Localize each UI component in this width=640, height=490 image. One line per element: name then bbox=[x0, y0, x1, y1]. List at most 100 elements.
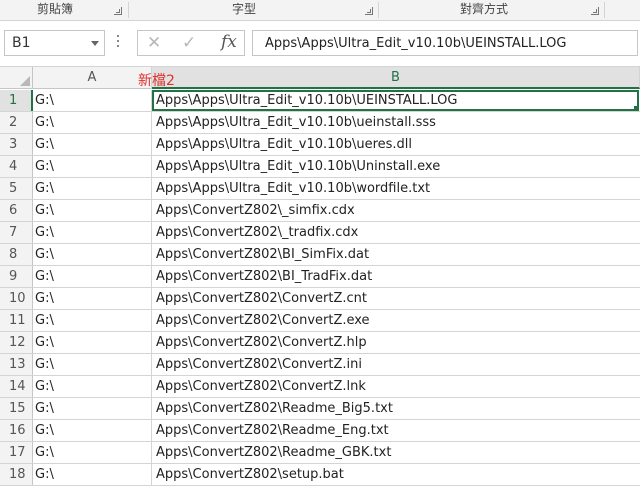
cell-b[interactable]: Apps\ConvertZ802\setup.bat bbox=[152, 464, 639, 485]
chevron-down-icon[interactable] bbox=[91, 41, 99, 46]
cell-b-text: Apps\ConvertZ802\ConvertZ.cnt bbox=[156, 291, 367, 306]
cell-b-text: Apps\ConvertZ802\ConvertZ.hlp bbox=[156, 335, 367, 350]
cell-a[interactable]: G:\ bbox=[33, 398, 152, 419]
ribbon-group-labels: 剪貼簿 字型 對齊方式 bbox=[0, 0, 640, 21]
group-label-clipboard: 剪貼簿 bbox=[37, 2, 74, 16]
cell-a[interactable]: G:\ bbox=[33, 156, 152, 177]
table-row: 14 G:\ Apps\ConvertZ802\ConvertZ.lnk bbox=[0, 376, 640, 398]
row-header[interactable]: 16 bbox=[0, 420, 33, 441]
cell-a[interactable]: G:\ bbox=[33, 266, 152, 287]
table-row: 17 G:\ Apps\ConvertZ802\Readme_GBK.txt bbox=[0, 442, 640, 464]
row-header[interactable]: 4 bbox=[0, 156, 33, 177]
name-box[interactable]: B1 bbox=[4, 30, 105, 56]
select-all-corner[interactable] bbox=[0, 67, 33, 89]
cell-b[interactable]: Apps\ConvertZ802\ConvertZ.lnk bbox=[152, 376, 639, 397]
table-row: 18 G:\ Apps\ConvertZ802\setup.bat bbox=[0, 464, 640, 486]
cell-a[interactable]: G:\ bbox=[33, 178, 152, 199]
group-divider bbox=[378, 2, 379, 18]
cell-a[interactable]: G:\ bbox=[33, 90, 152, 111]
column-header-a[interactable]: A bbox=[33, 67, 152, 89]
cell-a[interactable]: G:\ bbox=[33, 310, 152, 331]
cell-b-text: Apps\ConvertZ802\_simfix.cdx bbox=[156, 203, 355, 218]
cell-b-text: Apps\ConvertZ802\Readme_Eng.txt bbox=[156, 423, 389, 438]
group-divider bbox=[604, 2, 605, 18]
cancel-x-icon[interactable]: ✕ bbox=[147, 33, 161, 53]
formula-input[interactable]: Apps\Apps\Ultra_Edit_v10.10b\UEINSTALL.L… bbox=[252, 30, 638, 56]
cell-a[interactable]: G:\ bbox=[33, 200, 152, 221]
table-row: 4 G:\ Apps\Apps\Ultra_Edit_v10.10b\Uninsta… bbox=[0, 156, 640, 178]
formula-buttons: ✕ ✓ fx bbox=[137, 30, 245, 56]
cell-b[interactable]: Apps\Apps\Ultra_Edit_v10.10b\ueres.dll bbox=[152, 134, 639, 155]
row-header[interactable]: 10 bbox=[0, 288, 33, 309]
row-header[interactable]: 17 bbox=[0, 442, 33, 463]
cell-b[interactable]: Apps\ConvertZ802\Readme_GBK.txt bbox=[152, 442, 639, 463]
cell-b[interactable]: Apps\Apps\Ultra_Edit_v10.10b\wordfile.tx… bbox=[152, 178, 639, 199]
cell-a[interactable]: G:\ bbox=[33, 376, 152, 397]
table-row: 9 G:\ Apps\ConvertZ802\BI_TradFix.dat bbox=[0, 266, 640, 288]
drag-handle-icon[interactable] bbox=[117, 35, 120, 51]
group-label-font: 字型 bbox=[232, 2, 257, 16]
cell-b-text: Apps\Apps\Ultra_Edit_v10.10b\wordfile.tx… bbox=[156, 181, 431, 196]
table-row: 13 G:\ Apps\ConvertZ802\ConvertZ.ini bbox=[0, 354, 640, 376]
cell-b[interactable]: Apps\ConvertZ802\Readme_Eng.txt bbox=[152, 420, 639, 441]
cell-b[interactable]: Apps\Apps\Ultra_Edit_v10.10b\ueinstall.s… bbox=[152, 112, 639, 133]
cell-b-text: Apps\ConvertZ802\BI_TradFix.dat bbox=[156, 269, 373, 284]
cell-b-text: Apps\Apps\Ultra_Edit_v10.10b\ueinstall.s… bbox=[156, 115, 436, 130]
row-header[interactable]: 12 bbox=[0, 332, 33, 353]
fill-handle[interactable] bbox=[633, 105, 637, 109]
cell-b-text: Apps\Apps\Ultra_Edit_v10.10b\Uninstall.e… bbox=[156, 159, 441, 174]
row-header[interactable]: 5 bbox=[0, 178, 33, 199]
row-header[interactable]: 11 bbox=[0, 310, 33, 331]
cell-a[interactable]: G:\ bbox=[33, 332, 152, 353]
cell-b[interactable]: Apps\ConvertZ802\ConvertZ.cnt bbox=[152, 288, 639, 309]
cell-b[interactable]: Apps\ConvertZ802\BI_TradFix.dat bbox=[152, 266, 639, 287]
table-row: 5 G:\ Apps\Apps\Ultra_Edit_v10.10b\wordfil… bbox=[0, 178, 640, 200]
cell-b-text: Apps\ConvertZ802\Readme_GBK.txt bbox=[156, 445, 392, 460]
cell-b[interactable]: Apps\Apps\Ultra_Edit_v10.10b\Uninstall.e… bbox=[152, 156, 639, 177]
cell-b[interactable]: Apps\ConvertZ802\BI_SimFix.dat bbox=[152, 244, 639, 265]
insert-function-icon[interactable]: fx bbox=[221, 32, 237, 52]
enter-check-icon[interactable]: ✓ bbox=[182, 33, 196, 53]
cell-b-text: Apps\ConvertZ802\ConvertZ.ini bbox=[156, 357, 362, 372]
cell-b[interactable]: Apps\ConvertZ802\ConvertZ.exe bbox=[152, 310, 639, 331]
row-header[interactable]: 15 bbox=[0, 398, 33, 419]
clipboard-dialog-launcher-icon[interactable] bbox=[114, 7, 122, 15]
cell-a[interactable]: G:\ bbox=[33, 442, 152, 463]
cell-b[interactable]: Apps\ConvertZ802\ConvertZ.hlp bbox=[152, 332, 639, 353]
row-header[interactable]: 6 bbox=[0, 200, 33, 221]
row-header[interactable]: 1 bbox=[0, 90, 33, 111]
cell-a[interactable]: G:\ bbox=[33, 134, 152, 155]
row-header[interactable]: 8 bbox=[0, 244, 33, 265]
row-header[interactable]: 9 bbox=[0, 266, 33, 287]
cell-b[interactable]: Apps\ConvertZ802\_tradfix.cdx bbox=[152, 222, 639, 243]
alignment-dialog-launcher-icon[interactable] bbox=[591, 7, 599, 15]
cell-a[interactable]: G:\ bbox=[33, 112, 152, 133]
cell-a[interactable]: G:\ bbox=[33, 420, 152, 441]
cell-b-text: Apps\ConvertZ802\Readme_Big5.txt bbox=[156, 401, 393, 416]
cell-b[interactable]: Apps\ConvertZ802\_simfix.cdx bbox=[152, 200, 639, 221]
column-header-b[interactable]: B bbox=[152, 67, 640, 89]
cell-b-text: Apps\ConvertZ802\BI_SimFix.dat bbox=[156, 247, 370, 262]
cell-a[interactable]: G:\ bbox=[33, 288, 152, 309]
font-dialog-launcher-icon[interactable] bbox=[365, 7, 373, 15]
cell-b[interactable]: Apps\ConvertZ802\ConvertZ.ini bbox=[152, 354, 639, 375]
table-row: 15 G:\ Apps\ConvertZ802\Readme_Big5.txt bbox=[0, 398, 640, 420]
cell-b-text: Apps\Apps\Ultra_Edit_v10.10b\UEINSTALL.L… bbox=[156, 93, 458, 108]
row-header[interactable]: 7 bbox=[0, 222, 33, 243]
row-header[interactable]: 14 bbox=[0, 376, 33, 397]
cell-a[interactable]: G:\ bbox=[33, 354, 152, 375]
cell-b[interactable]: Apps\ConvertZ802\Readme_Big5.txt bbox=[152, 398, 639, 419]
row-header[interactable]: 3 bbox=[0, 134, 33, 155]
cell-a[interactable]: G:\ bbox=[33, 464, 152, 485]
active-cell-b1[interactable]: Apps\Apps\Ultra_Edit_v10.10b\UEINSTALL.L… bbox=[152, 90, 639, 111]
cell-a[interactable]: G:\ bbox=[33, 222, 152, 243]
row-header[interactable]: 13 bbox=[0, 354, 33, 375]
table-row: 2 G:\ Apps\Apps\Ultra_Edit_v10.10b\ueinsta… bbox=[0, 112, 640, 134]
sheet-grid: 1 G:\ Apps\Apps\Ultra_Edit_v10.10b\UEINSTA… bbox=[0, 90, 640, 486]
row-header[interactable]: 2 bbox=[0, 112, 33, 133]
cell-a[interactable]: G:\ bbox=[33, 244, 152, 265]
table-row: 6 G:\ Apps\ConvertZ802\_simfix.cdx bbox=[0, 200, 640, 222]
row-header[interactable]: 18 bbox=[0, 464, 33, 485]
table-row: 7 G:\ Apps\ConvertZ802\_tradfix.cdx bbox=[0, 222, 640, 244]
cell-b-text: Apps\ConvertZ802\ConvertZ.lnk bbox=[156, 379, 366, 394]
